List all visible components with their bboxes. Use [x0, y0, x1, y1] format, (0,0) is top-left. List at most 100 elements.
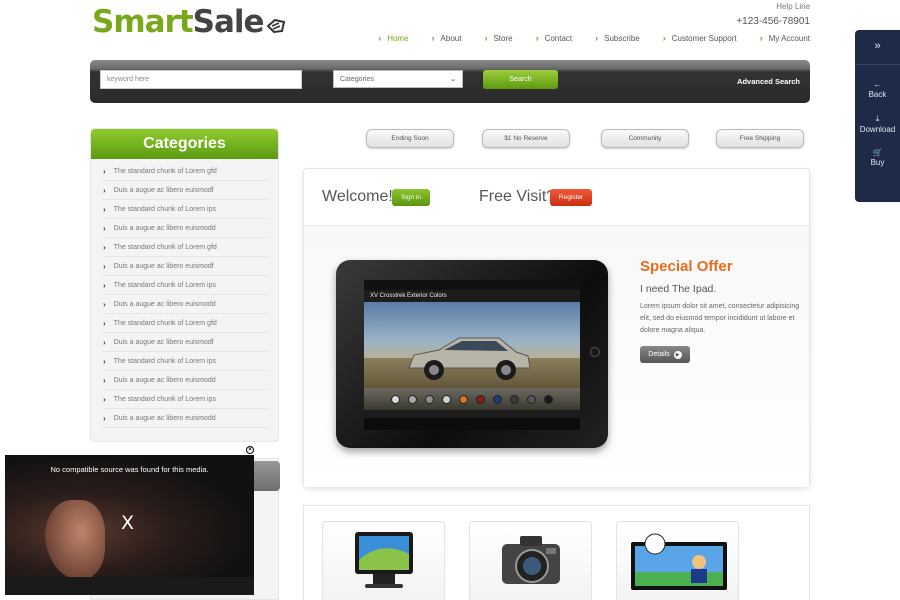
- chevron-right-icon: ›: [103, 280, 106, 290]
- details-button[interactable]: Details ▶: [640, 346, 690, 363]
- chevron-down-icon: ⌄: [450, 76, 456, 83]
- home-button-icon: [590, 347, 600, 357]
- drawer-back-label: Back: [868, 90, 887, 99]
- chevron-right-icon: ›: [103, 299, 106, 309]
- category-item[interactable]: › The standard chunk of Lorem ips: [103, 390, 268, 409]
- video-error-x: X: [121, 512, 135, 534]
- search-bar: keyword here Categories ⌄ Search Advanced…: [90, 60, 810, 103]
- categories-list: › The standard chunk of Lorem gfd › Duis a…: [91, 159, 278, 428]
- chevron-right-icon: ›: [378, 33, 382, 43]
- nav-my-account-label: My Account: [768, 33, 810, 43]
- nav-home[interactable]: › Home: [378, 33, 408, 43]
- category-item[interactable]: › The standard chunk of Lorem gfd: [103, 162, 268, 181]
- category-item[interactable]: › The standard chunk of Lorem ips: [103, 352, 268, 371]
- sign-in-button[interactable]: Sign in: [392, 189, 430, 206]
- drawer-download-label: Download: [859, 125, 896, 134]
- products-row: [303, 505, 810, 600]
- color-swatch: [459, 394, 468, 404]
- category-item[interactable]: › The standard chunk of Lorem ips: [103, 276, 268, 295]
- arrow-left-icon: ←: [873, 80, 882, 89]
- category-select[interactable]: Categories ⌄: [333, 70, 463, 88]
- category-item-label: The standard chunk of Lorem ips: [113, 205, 217, 213]
- filter-ending-soon[interactable]: Ending Soon: [366, 129, 454, 148]
- chevron-right-icon: ›: [103, 166, 106, 176]
- chevron-right-icon: ›: [484, 33, 488, 43]
- advanced-search-link[interactable]: Advanced Search: [737, 77, 800, 86]
- chevron-right-icon: ›: [103, 375, 106, 385]
- nav-about-label: About: [440, 33, 462, 43]
- screen-status-bar: [364, 280, 580, 290]
- site-logo[interactable]: Smart Sale: [92, 4, 286, 40]
- category-item-label: Duis a augue ac libero euismodd: [113, 414, 216, 422]
- category-item[interactable]: › Duis a augue ac libero euismodf: [103, 181, 268, 200]
- category-item[interactable]: › Duis a augue ac libero euismodd: [103, 295, 268, 314]
- category-select-value: Categories: [340, 75, 374, 83]
- offer-description: Lorem ipsum dolor sit amet, consectetur …: [640, 303, 800, 334]
- color-swatch: [391, 394, 400, 404]
- video-control-bar[interactable]: [5, 577, 254, 595]
- category-item[interactable]: › Duis a augue ac libero euismodf: [103, 257, 268, 276]
- product-card-monitor[interactable]: [322, 521, 445, 600]
- video-player[interactable]: No compatible source was found for this …: [5, 455, 254, 595]
- keyword-input[interactable]: keyword here: [100, 70, 302, 89]
- category-item[interactable]: › The standard chunk of Lorem gfd: [103, 314, 268, 333]
- color-swatch: [408, 394, 417, 404]
- chevron-right-icon: ›: [103, 413, 106, 423]
- product-card-camera[interactable]: [469, 521, 592, 600]
- drawer-back-button[interactable]: ← Back: [855, 80, 900, 99]
- register-button[interactable]: Register: [550, 189, 592, 206]
- nav-my-account[interactable]: › My Account: [760, 33, 810, 43]
- color-swatch: [544, 394, 553, 404]
- chevron-right-icon: ›: [103, 204, 106, 214]
- category-item-label: Duis a augue ac libero euismodd: [113, 300, 216, 308]
- chevron-right-icon: ›: [431, 33, 435, 43]
- category-item-label: The standard chunk of Lorem gfd: [113, 319, 217, 327]
- filter-free-shipping[interactable]: Free Shipping: [716, 129, 804, 148]
- product-card-tv[interactable]: [616, 521, 739, 600]
- video-person: [45, 500, 105, 580]
- category-item[interactable]: › Duis a augue ac libero euismodd: [103, 371, 268, 390]
- details-label: Details: [648, 351, 670, 358]
- category-item[interactable]: › Duis a augue ac libero euismodf: [103, 333, 268, 352]
- helpline: Help Line +123-456-78901: [736, 2, 810, 27]
- category-item[interactable]: › Duis a augue ac libero euismodd: [103, 409, 268, 428]
- drawer-buy-button[interactable]: 🛒 Buy: [855, 148, 900, 167]
- categories-title: Categories: [91, 129, 278, 159]
- camera-image: [502, 536, 560, 584]
- category-item[interactable]: › Duis a augue ac libero euismodd: [103, 219, 268, 238]
- nav-about[interactable]: › About: [432, 33, 462, 43]
- category-item-label: Duis a augue ac libero euismodd: [113, 376, 216, 384]
- color-swatch: [476, 394, 485, 404]
- nav-contact[interactable]: › Contact: [536, 33, 573, 43]
- chevron-right-icon: ›: [103, 356, 106, 366]
- download-icon: ⤓: [875, 114, 880, 123]
- expand-icon[interactable]: »: [855, 40, 900, 52]
- nav-store[interactable]: › Store: [484, 33, 512, 43]
- offer-subtitle: I need The Ipad.: [640, 283, 717, 295]
- play-icon: ▶: [673, 350, 682, 359]
- nav-subscribe[interactable]: › Subscribe: [595, 33, 640, 43]
- drawer-download-button[interactable]: ⤓ Download: [855, 114, 900, 134]
- side-drawer: » ← Back ⤓ Download 🛒 Buy: [855, 30, 900, 202]
- welcome-row: Welcome! Sign in Free Visit? Register: [304, 169, 809, 226]
- category-item-label: Duis a augue ac libero euismodf: [113, 338, 214, 346]
- chevron-right-icon: ›: [103, 337, 106, 347]
- keyword-placeholder: keyword here: [107, 76, 150, 83]
- welcome-heading: Welcome!: [322, 188, 393, 205]
- search-button[interactable]: Search: [483, 70, 558, 89]
- filter-community[interactable]: Community: [601, 129, 689, 148]
- car-image: [408, 337, 531, 380]
- category-item[interactable]: › The standard chunk of Lorem ips: [103, 200, 268, 219]
- filter-no-reserve[interactable]: $1 No Reserve: [482, 129, 570, 148]
- category-item[interactable]: › The standard chunk of Lorem gfd: [103, 238, 268, 257]
- nav-customer-support[interactable]: › Customer Support: [663, 33, 737, 43]
- color-swatch: [425, 394, 434, 404]
- chevron-right-icon: ›: [103, 261, 106, 271]
- categories-panel: Categories › The standard chunk of Lorem …: [90, 128, 279, 442]
- drawer-buy-label: Buy: [870, 158, 885, 167]
- ipad-screen: XV Crosstrek Exterior Colors: [364, 280, 580, 430]
- screen-toolbar: [364, 418, 580, 430]
- close-icon[interactable]: ×: [246, 446, 254, 454]
- category-item-label: Duis a augue ac libero euismodf: [113, 262, 214, 270]
- chevron-right-icon: ›: [103, 223, 106, 233]
